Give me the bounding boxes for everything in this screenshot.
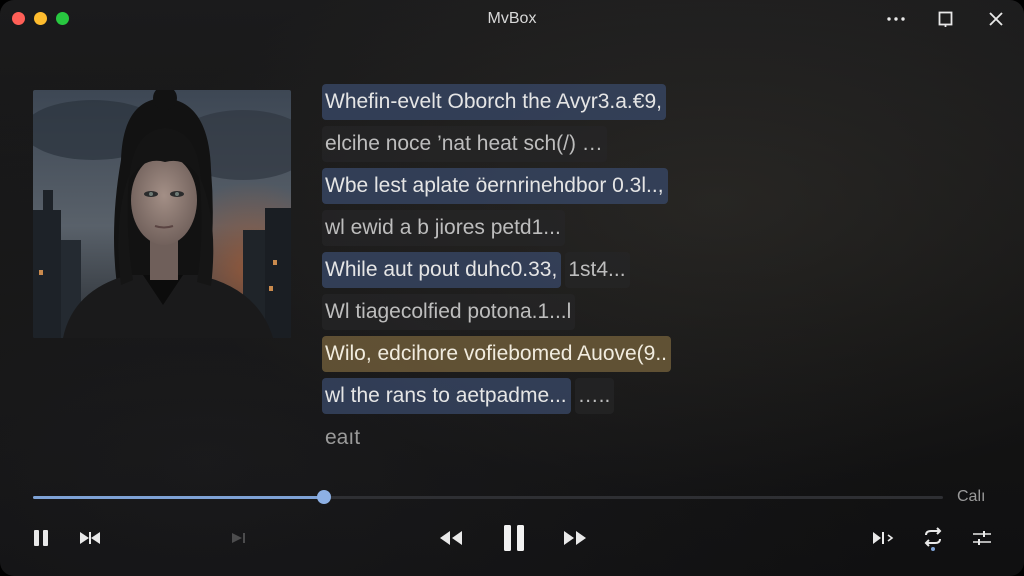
repeat-button[interactable] [919,524,947,552]
lyric-segment: elcihe noce ’nat heat sch(/) … [322,126,607,162]
lyric-line[interactable]: eaıt [322,420,762,456]
app-window: MvBox Whefin-evelt Oborch the Avyr3.a.€9… [0,0,1024,576]
lyric-segment: ….. [574,378,615,414]
rewind-button[interactable] [437,527,465,549]
play-pause-button[interactable] [500,521,528,555]
next-disabled-button[interactable] [229,530,249,546]
lyric-line[interactable]: wl ewid a b jiores petd1... [322,210,762,246]
lyric-segment: Whefin-evelt Oborch the Avyr3.a.€9, [322,84,666,120]
skip-button[interactable] [77,527,103,549]
progress-handle[interactable] [317,490,331,504]
equalizer-button[interactable] [969,526,995,550]
progress-bar[interactable] [33,490,943,506]
skip-icon [80,532,100,544]
lyric-segment: Wl tiagecolfied potona.1...l [322,294,576,330]
lyric-segment: eaıt [325,426,361,449]
album-art [33,90,291,338]
pause-icon [504,525,524,551]
restore-button[interactable] [932,8,960,30]
pause-icon [34,530,48,546]
lyrics-panel: Whefin-evelt Oborch the Avyr3.a.€9, elcih… [322,84,762,462]
lyric-segment: wl the rans to aetpadme... [322,378,571,414]
lyric-segment: Wilo, edcihore vofiebomed Auove(9.. [322,336,672,372]
lyric-line[interactable]: While aut pout duhc0.33, 1st4... [322,252,762,288]
window-controls [882,8,1010,30]
pause-small-button[interactable] [30,526,52,550]
lyric-segment: wl ewid a b jiores petd1... [322,210,565,246]
title-bar: MvBox [0,0,1024,38]
lyric-line[interactable]: wl the rans to aetpadme...….. [322,378,762,414]
progress-fill [33,496,324,499]
lyric-line[interactable]: elcihe noce ’nat heat sch(/) … [322,126,762,162]
more-horizontal-icon [887,17,905,21]
repeat-icon [924,527,942,551]
lyric-line[interactable]: Wilo, edcihore vofiebomed Auove(9.. [322,336,762,372]
lyric-segment: 1st4... [565,252,630,288]
window-title: MvBox [487,10,537,27]
window-restore-icon [938,11,953,27]
next-track-icon [873,532,894,544]
fast-forward-icon [564,531,586,545]
album-art-image [33,90,291,338]
lyric-line[interactable]: Whefin-evelt Oborch the Avyr3.a.€9, [322,84,762,120]
lyric-segment: While aut pout duhc0.33, [322,252,562,288]
next-icon [232,533,245,543]
close-button[interactable] [982,8,1010,30]
lyric-segment: Wbe lest aplate öernrinehdbor 0.3l.., [322,168,668,204]
equalizer-icon [973,531,991,545]
fast-forward-button[interactable] [561,527,589,549]
more-button[interactable] [882,8,910,30]
time-label: Calı [957,488,986,505]
lyric-line[interactable]: Wl tiagecolfied potona.1...l [322,294,762,330]
close-icon [989,12,1003,26]
rewind-icon [440,531,462,545]
queue-button[interactable] [870,528,898,548]
lyric-line[interactable]: Wbe lest aplate öernrinehdbor 0.3l.., [322,168,762,204]
